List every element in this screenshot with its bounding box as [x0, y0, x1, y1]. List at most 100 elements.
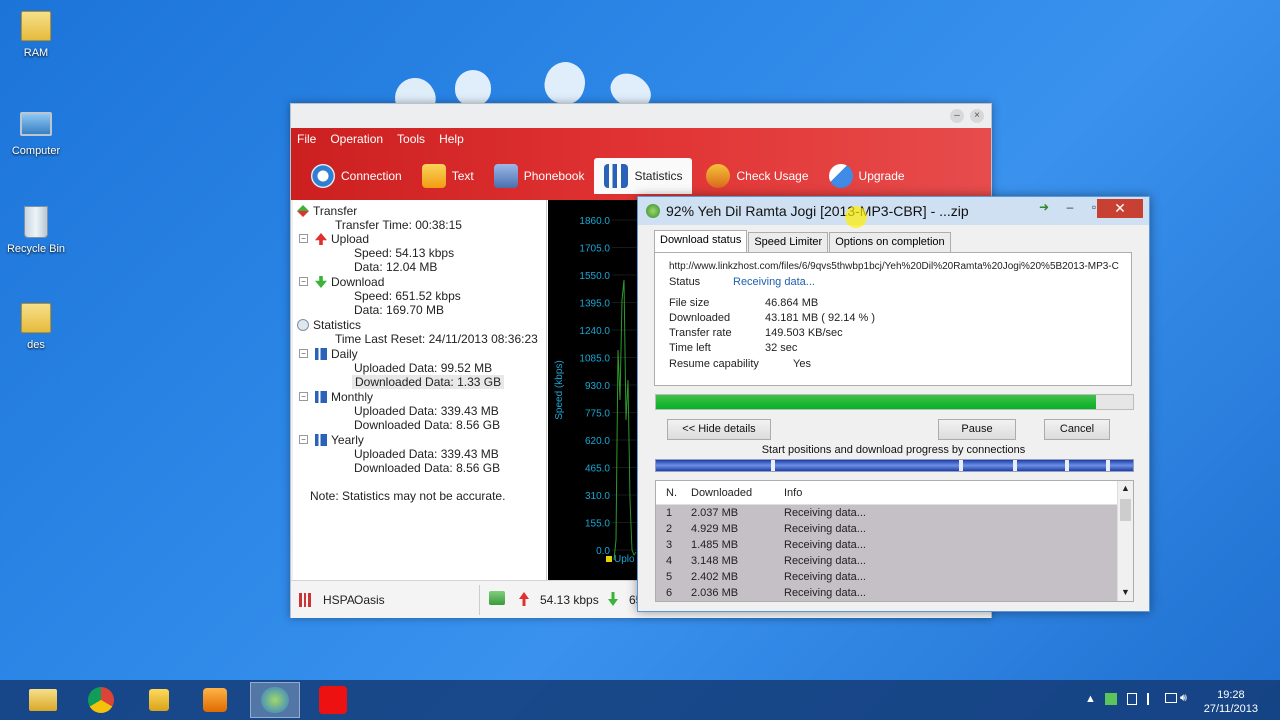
upload-arrow-icon [315, 233, 327, 245]
tree-upload-speed: Speed: 54.13 kbps [354, 246, 455, 260]
pause-button[interactable]: Pause [938, 419, 1016, 440]
desktop-icon-recycle-bin[interactable]: Recycle Bin [2, 204, 70, 255]
download-progress-bar [655, 394, 1134, 410]
table-row[interactable]: 6 2.036 MB Receiving data... [656, 585, 1133, 601]
menu-operation[interactable]: Operation [330, 132, 383, 146]
statistics-icon [604, 164, 629, 188]
tree-time-last-reset: Time Last Reset: 24/11/2013 08:36:23 [335, 332, 538, 346]
connections-table: N. Downloaded Info 1 2.037 MB Receiving da… [655, 480, 1134, 602]
airtel-icon [319, 686, 347, 714]
taskbar-airtel[interactable] [308, 682, 358, 718]
expand-toggle[interactable]: − [299, 234, 308, 243]
upload-arrow-icon [519, 592, 529, 606]
nav-tabs: Connection Text Phonebook Statistics Che… [301, 158, 915, 194]
expand-toggle[interactable]: − [299, 277, 308, 286]
modem-header: File Operation Tools Help Connection Tex… [291, 128, 991, 200]
power-icon[interactable] [1165, 693, 1177, 703]
scroll-thumb[interactable] [1120, 499, 1131, 521]
tree-daily[interactable]: Daily [315, 347, 358, 361]
expand-toggle[interactable]: − [299, 392, 308, 401]
tab-connection[interactable]: Connection [301, 158, 412, 194]
graph-tick-label: 1085.0 [579, 354, 610, 365]
column-n[interactable]: N. [666, 481, 677, 505]
table-row[interactable]: 1 2.037 MB Receiving data... [656, 505, 1133, 521]
expand-toggle[interactable]: − [299, 435, 308, 444]
dialog-titlebar[interactable]: 92% Yeh Dil Ramta Jogi [2013-MP3-CBR] - … [638, 197, 1149, 225]
tree-daily-downloaded[interactable]: Downloaded Data: 1.33 GB [352, 375, 505, 389]
expand-toggle[interactable]: − [299, 349, 308, 358]
resume-capability-row: Resume capability Yes [669, 358, 811, 370]
table-row[interactable]: 4 3.148 MB Receiving data... [656, 553, 1133, 569]
close-button[interactable]: × [970, 109, 984, 123]
tab-text[interactable]: Text [412, 158, 484, 194]
wallpaper-petal [540, 57, 590, 109]
hide-details-button[interactable]: << Hide details [667, 419, 771, 440]
clock[interactable]: 19:28 27/11/2013 [1204, 688, 1258, 716]
taskbar-idm[interactable] [250, 682, 300, 718]
connection-icon [311, 164, 335, 188]
tab-statistics[interactable]: Statistics [594, 158, 693, 194]
volume-icon[interactable]: 🔊︎ [1180, 692, 1187, 705]
tree-download-data: Data: 169.70 MB [354, 303, 445, 317]
taskbar-chrome[interactable] [76, 682, 126, 718]
close-button[interactable]: ✕ [1097, 199, 1143, 218]
table-row[interactable]: 5 2.402 MB Receiving data... [656, 569, 1133, 585]
connection-marker [771, 460, 775, 471]
taskbar-lock[interactable] [134, 682, 184, 718]
lock-icon [149, 689, 169, 711]
minimize-button[interactable]: – [1058, 200, 1082, 218]
download-url: http://www.linkzhost.com/files/6/9qvs5th… [669, 261, 1119, 272]
tab-speed-limiter[interactable]: Speed Limiter [748, 232, 829, 252]
table-row[interactable]: 2 4.929 MB Receiving data... [656, 521, 1133, 537]
tab-phonebook[interactable]: Phonebook [484, 158, 595, 194]
tree-upload-data: Data: 12.04 MB [354, 260, 438, 274]
graph-legend-label: Uplo [614, 554, 635, 565]
graph-y-label: Speed (kbps) [554, 360, 565, 419]
tab-download-status[interactable]: Download status [654, 230, 748, 252]
network-status-icon[interactable] [1105, 693, 1117, 705]
taskbar-media-player[interactable] [190, 682, 240, 718]
desktop-icon-computer[interactable]: Computer [2, 106, 70, 157]
column-info[interactable]: Info [784, 481, 802, 505]
download-speed-line [613, 279, 637, 561]
computer-icon [20, 112, 52, 136]
tree-monthly[interactable]: Monthly [315, 390, 373, 404]
graph-tick-label: 1550.0 [579, 271, 610, 282]
file-explorer-icon [29, 689, 57, 711]
flag-icon[interactable] [1147, 693, 1157, 705]
show-hidden-icons[interactable]: ▲ [1085, 693, 1096, 705]
scroll-down-icon[interactable]: ▼ [1121, 587, 1130, 597]
taskbar-file-explorer[interactable] [18, 682, 68, 718]
tab-options-on-completion[interactable]: Options on completion [829, 232, 951, 252]
menu-help[interactable]: Help [439, 132, 464, 146]
idm-icon [261, 687, 289, 713]
tree-transfer[interactable]: Transfer [297, 204, 357, 218]
tab-upgrade[interactable]: Upgrade [819, 158, 915, 194]
tree-yearly[interactable]: Yearly [315, 433, 364, 447]
bar-chart-icon [315, 348, 327, 360]
wallpaper-petal [455, 70, 491, 106]
tree-download[interactable]: Download [315, 275, 384, 289]
table-scrollbar[interactable]: ▲ ▼ [1117, 481, 1133, 601]
desktop-icon-des[interactable]: des [2, 300, 70, 351]
graph-tick-label: 0.0 [596, 546, 610, 557]
folder-icon [21, 303, 51, 333]
menu-tools[interactable]: Tools [397, 132, 425, 146]
column-downloaded[interactable]: Downloaded [691, 481, 752, 505]
cancel-button[interactable]: Cancel [1044, 419, 1110, 440]
minimize-button[interactable]: – [950, 109, 964, 123]
tray-app-icon[interactable] [1127, 693, 1137, 705]
scroll-up-icon[interactable]: ▲ [1121, 483, 1130, 493]
graph-tick-label: 1860.0 [579, 216, 610, 227]
menu-file[interactable]: File [297, 132, 316, 146]
tab-check-usage[interactable]: Check Usage [696, 158, 818, 194]
bar-chart-icon [315, 391, 327, 403]
table-header: N. Downloaded Info [656, 481, 1133, 505]
table-row[interactable]: 3 1.485 MB Receiving data... [656, 537, 1133, 553]
desktop-icon-ram[interactable]: RAM [2, 8, 70, 59]
transfer-arrows-icon [297, 205, 309, 217]
tree-upload[interactable]: Upload [315, 232, 369, 246]
pin-icon[interactable]: ➜ [1032, 200, 1056, 218]
tree-statistics[interactable]: Statistics [297, 318, 361, 332]
time-left-row: Time left 32 sec [669, 342, 798, 354]
